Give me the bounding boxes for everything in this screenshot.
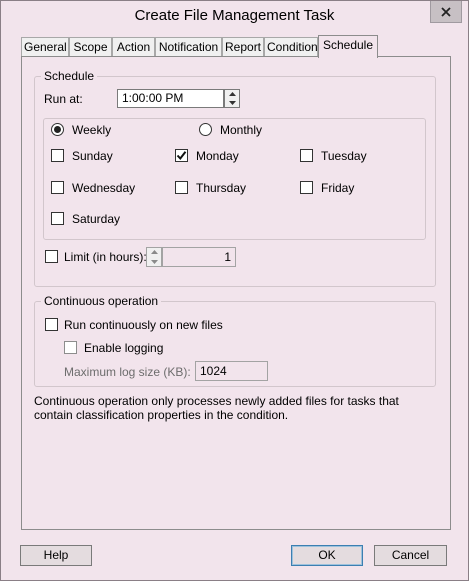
- tab-schedule[interactable]: Schedule: [318, 35, 378, 58]
- monday-checkbox[interactable]: [175, 149, 188, 162]
- title-bar: Create File Management Task: [1, 1, 468, 33]
- cancel-button[interactable]: Cancel: [374, 545, 447, 566]
- spin-down-button[interactable]: [225, 99, 239, 107]
- run-at-time-field[interactable]: 1:00:00 PM: [117, 89, 224, 108]
- chevron-up-icon: [150, 250, 158, 254]
- enable-logging-label: Enable logging: [84, 341, 164, 355]
- friday-checkbox[interactable]: [300, 181, 313, 194]
- sunday-checkbox[interactable]: [51, 149, 64, 162]
- dialog-window: Create File Management Task General Scop…: [0, 0, 469, 581]
- tuesday-label: Tuesday: [321, 149, 367, 163]
- max-log-size-label: Maximum log size (KB):: [64, 365, 191, 379]
- spin-up-button[interactable]: [225, 90, 239, 98]
- frequency-group: Weekly Monthly Sunday Monday Tuesday Wed…: [43, 118, 426, 240]
- saturday-checkbox[interactable]: [51, 212, 64, 225]
- monday-label: Monday: [196, 149, 239, 163]
- continuous-operation-group: Continuous operation Run continuously on…: [34, 294, 436, 387]
- continuous-operation-legend: Continuous operation: [41, 294, 162, 308]
- tab-scope[interactable]: Scope: [69, 37, 112, 57]
- limit-spin-down-button[interactable]: [147, 258, 161, 266]
- run-at-spinner: [224, 89, 240, 108]
- limit-spin-up-button[interactable]: [147, 248, 161, 256]
- close-icon: [441, 6, 451, 17]
- monthly-radio[interactable]: [199, 123, 212, 136]
- limit-hours-label: Limit (in hours):: [64, 250, 147, 264]
- continuous-operation-description: Continuous operation only processes newl…: [34, 394, 399, 422]
- tab-general[interactable]: General: [21, 37, 69, 57]
- checkmark-icon: [176, 151, 187, 161]
- monthly-label: Monthly: [220, 123, 263, 137]
- limit-hours-spinner: [146, 247, 162, 267]
- thursday-label: Thursday: [196, 181, 247, 195]
- radio-selected-dot: [54, 126, 61, 133]
- limit-hours-checkbox[interactable]: [45, 250, 58, 263]
- saturday-label: Saturday: [72, 212, 121, 226]
- tab-notification[interactable]: Notification: [155, 37, 222, 57]
- sunday-label: Sunday: [72, 149, 113, 163]
- wednesday-label: Wednesday: [72, 181, 136, 195]
- schedule-group-legend: Schedule: [41, 69, 98, 83]
- max-log-size-field[interactable]: 1024: [195, 361, 268, 381]
- limit-hours-field[interactable]: 1: [162, 247, 236, 267]
- weekly-label: Weekly: [72, 123, 112, 137]
- tab-action[interactable]: Action: [112, 37, 155, 57]
- chevron-up-icon: [228, 92, 236, 96]
- enable-logging-checkbox[interactable]: [64, 341, 77, 354]
- friday-label: Friday: [321, 181, 355, 195]
- chevron-down-icon: [228, 101, 236, 105]
- run-continuously-checkbox[interactable]: [45, 318, 58, 331]
- run-at-label: Run at:: [44, 92, 83, 106]
- window-title: Create File Management Task: [134, 7, 335, 24]
- chevron-down-icon: [150, 260, 158, 264]
- wednesday-checkbox[interactable]: [51, 181, 64, 194]
- tuesday-checkbox[interactable]: [300, 149, 313, 162]
- weekly-radio[interactable]: [51, 123, 64, 136]
- ok-button[interactable]: OK: [291, 545, 363, 566]
- schedule-group: Schedule Run at: 1:00:00 PM Weekly Month…: [34, 69, 436, 287]
- tab-report[interactable]: Report: [222, 37, 264, 57]
- run-continuously-label: Run continuously on new files: [64, 318, 223, 332]
- close-button[interactable]: [430, 1, 462, 23]
- tab-condition[interactable]: Condition: [264, 37, 318, 57]
- help-button[interactable]: Help: [20, 545, 92, 566]
- schedule-tab-panel: Schedule Run at: 1:00:00 PM Weekly Month…: [21, 56, 451, 530]
- thursday-checkbox[interactable]: [175, 181, 188, 194]
